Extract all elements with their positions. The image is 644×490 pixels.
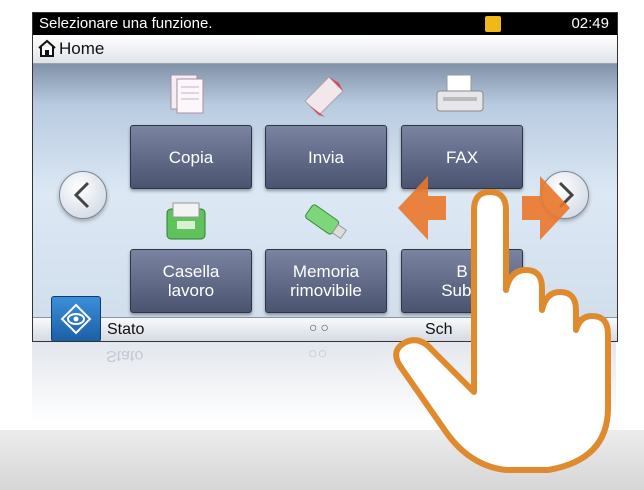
send-icon xyxy=(304,76,344,117)
page-indicator: ○○ xyxy=(309,319,332,335)
usb-memory-icon xyxy=(305,204,347,240)
copy-button[interactable]: Copia xyxy=(130,125,252,189)
copy-icon xyxy=(170,74,204,114)
previous-page-button[interactable] xyxy=(59,171,107,219)
home-bar[interactable]: Home xyxy=(33,35,617,64)
job-box-icon xyxy=(166,202,206,240)
reflection-status-label: Stato xyxy=(106,347,144,364)
notification-icon[interactable] xyxy=(485,16,501,32)
swipe-hand-icon xyxy=(393,189,611,473)
home-label: Home xyxy=(59,39,105,58)
reflection-page-dots: ○○ xyxy=(308,345,328,362)
job-box-button[interactable]: Casella lavoro xyxy=(130,249,252,313)
send-button[interactable]: Invia xyxy=(265,125,387,189)
removable-memory-button[interactable]: Memoria rimovibile xyxy=(265,249,387,313)
fax-icon xyxy=(436,74,484,112)
fax-button-label: FAX xyxy=(445,147,479,167)
chevron-left-icon xyxy=(73,181,90,209)
status-message: Selezionare una funzione. xyxy=(39,15,213,32)
home-icon xyxy=(38,39,56,57)
clock: 02:49 xyxy=(571,15,609,32)
removable-memory-button-label: Memoria rimovibile xyxy=(290,262,362,300)
copy-button-label: Copia xyxy=(168,147,214,167)
status-label[interactable]: Stato xyxy=(107,321,144,339)
status-button[interactable] xyxy=(51,296,101,341)
send-button-label: Invia xyxy=(308,147,344,167)
eye-diamond-icon xyxy=(60,303,92,335)
status-bar: Selezionare una funzione. 02:49 xyxy=(33,13,617,35)
job-box-button-label: Casella lavoro xyxy=(162,262,220,300)
